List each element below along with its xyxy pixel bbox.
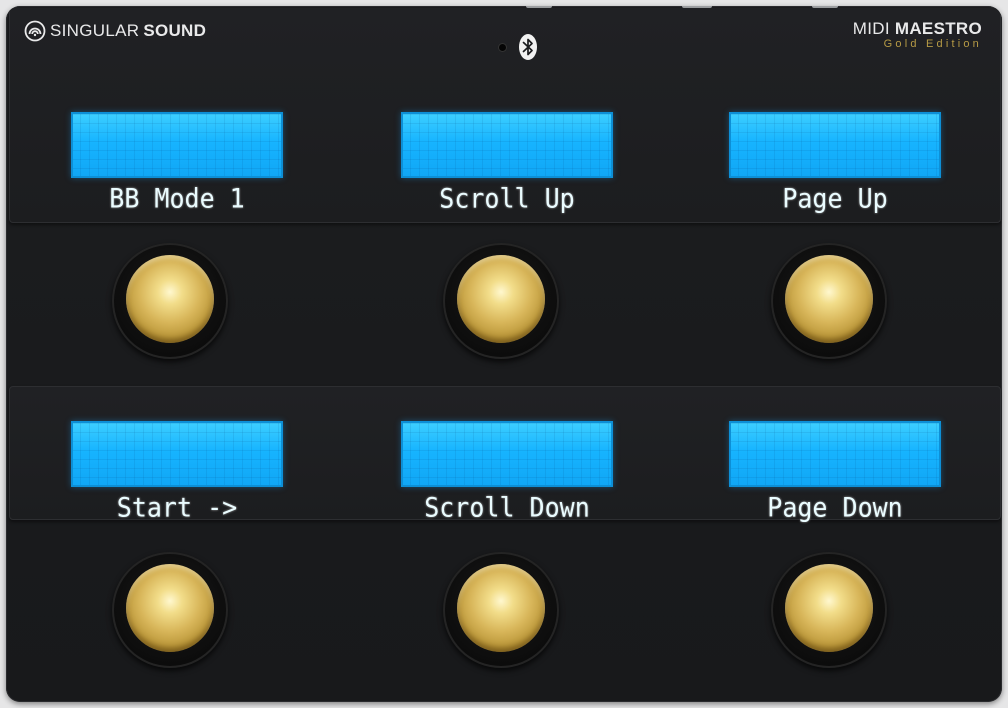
device-header: SINGULAR SOUND MIDI MAESTRO Gold Edition [6, 6, 1002, 60]
product-title-bold: MAESTRO [894, 19, 982, 38]
display-6: Page Down [729, 421, 941, 523]
display-label: Page Down [767, 492, 903, 523]
footswitch-3[interactable] [771, 243, 887, 359]
footswitch-5[interactable] [443, 552, 559, 668]
display-label: Scroll Down [424, 492, 590, 523]
midi-maestro-device: BB Mode 1 Scroll Up Page Up SINGULAR SOUN… [6, 6, 1002, 702]
display-3: Page Up [729, 112, 941, 214]
singular-sound-logo-icon [24, 20, 46, 42]
bottom-display-panel: Start -> Scroll Down Page Down [9, 386, 1001, 523]
brand-name-thin: SINGULAR [50, 21, 140, 40]
display-5: Scroll Down [401, 421, 613, 523]
footswitch-2[interactable] [443, 243, 559, 359]
display-4: Start -> [71, 421, 283, 523]
screenshot-stage: BB Mode 1 Scroll Up Page Up SINGULAR SOUN… [0, 0, 1008, 708]
display-label: BB Mode 1 [109, 183, 245, 214]
footswitch-cap [457, 255, 545, 343]
brand-name-bold: SOUND [143, 21, 207, 40]
product-title: MIDI MAESTRO [853, 20, 982, 38]
footswitch-1[interactable] [112, 243, 228, 359]
display-label: Page Up [782, 183, 888, 214]
brand-logo: SINGULAR SOUND [24, 20, 206, 42]
footswitch-cap [457, 564, 545, 652]
footswitch-cap [126, 255, 214, 343]
footswitch-cap [785, 564, 873, 652]
display-1: BB Mode 1 [71, 112, 283, 214]
footswitch-cap [126, 564, 214, 652]
product-title-thin: MIDI [852, 19, 890, 38]
product-name: MIDI MAESTRO Gold Edition [853, 20, 982, 51]
product-edition: Gold Edition [883, 38, 982, 50]
display-label: Scroll Up [439, 183, 575, 214]
footswitch-6[interactable] [771, 552, 887, 668]
status-led [499, 44, 506, 51]
footswitch-4[interactable] [112, 552, 228, 668]
display-2: Scroll Up [401, 112, 613, 214]
display-label: Start -> [116, 492, 238, 523]
footswitch-cap [785, 255, 873, 343]
bluetooth-icon [519, 34, 537, 60]
